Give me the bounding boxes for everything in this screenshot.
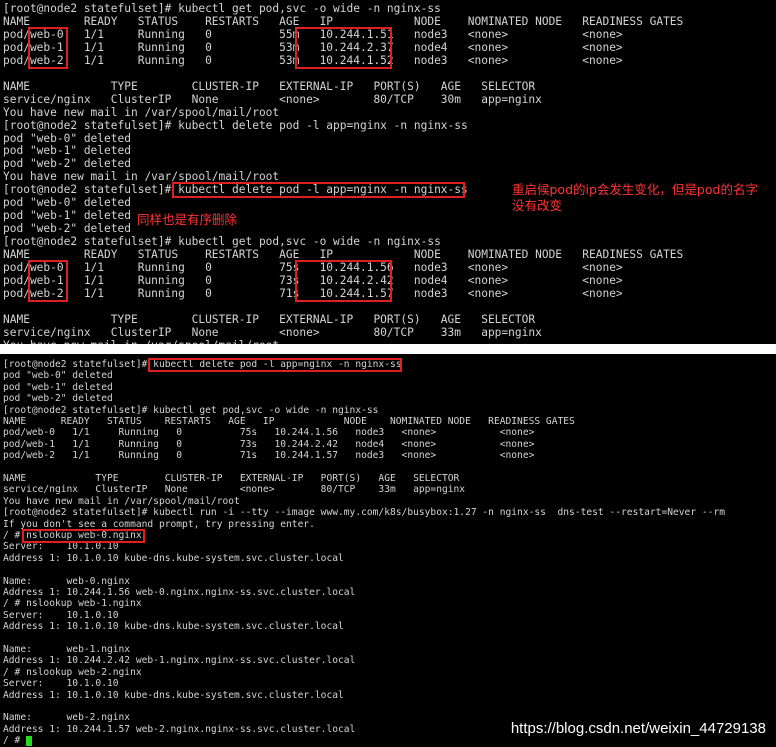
watermark-text: https://blog.csdn.net/weixin_44729138 [510,720,766,737]
terminal-line: Server: 10.1.0.10 [3,678,119,690]
terminal-line: pod "web-0" deleted [3,370,113,382]
terminal-cursor [26,736,33,747]
terminal-line: NAME READY STATUS RESTARTS AGE IP NODE N… [3,416,575,427]
terminal-line: [root@node2 statefulset]# kubectl run -i… [3,507,725,519]
terminal-line: If you don't see a command prompt, try p… [3,518,315,530]
terminal-line: / # nslookup web-1.nginx [3,598,142,610]
terminal-line: service/nginx ClusterIP None <none> 80/T… [3,484,466,496]
terminal-line: You have new mail in /var/spool/mail/roo… [3,105,280,119]
terminal-line: service/nginx ClusterIP None <none> 80/T… [3,92,542,106]
annotation-ip-change: 重启候pod的ip会发生变化，但是pod的名字 没有改变 [512,182,758,213]
terminal-line: Name: web-1.nginx [3,644,131,655]
terminal-line: pod "web-2" deleted [3,393,113,405]
pod-ip-highlight [294,260,392,302]
terminal-line: Address 1: 10.244.1.57 web-2.nginx.nginx… [3,723,356,735]
terminal-line: NAME TYPE CLUSTER-IP EXTERNAL-IP PORT(S)… [3,79,536,93]
delete-command-highlight [148,358,403,373]
terminal-line: pod "web-1" deleted [3,381,113,393]
terminal-line: pod/web-2 1/1 Running 0 71s 10.244.1.57 … [3,450,535,462]
terminal-line: service/nginx ClusterIP None <none> 80/T… [3,325,542,339]
terminal-line: [root@node2 statefulset]# kubectl get po… [3,404,379,416]
terminal-line: pod "web-0" deleted [3,131,131,145]
pod-name-highlight [28,260,68,302]
nslookup-command-highlight [22,529,146,544]
terminal-window-bottom[interactable]: [root@node2 statefulset]# kubectl delete… [0,354,776,747]
terminal-line: pod/web-0 1/1 Running 0 75s 10.244.1.56 … [3,427,535,439]
terminal-line: Address 1: 10.244.2.42 web-1.nginx.nginx… [3,655,356,667]
terminal-window-top[interactable]: [root@node2 statefulset]# kubectl get po… [0,0,776,344]
terminal-line: [root@node2 statefulset]# kubectl get po… [3,2,441,15]
delete-command-highlight [172,182,466,199]
terminal-line: You have new mail in /var/spool/mail/roo… [3,339,279,344]
terminal-line: pod "web-1" deleted [3,209,131,223]
terminal-line: pod "web-1" deleted [3,144,131,158]
terminal-line: Address 1: 10.1.0.10 kube-dns.kube-syste… [3,621,344,633]
terminal-line: / # nslookup web-2.nginx [3,666,142,678]
terminal-line: Address 1: 10.1.0.10 kube-dns.kube-syste… [3,689,344,701]
terminal-line: Name: web-2.nginx [3,712,131,724]
terminal-line: pod/web-1 1/1 Running 0 73s 10.244.2.42 … [3,438,535,450]
terminal-line: NAME TYPE CLUSTER-IP EXTERNAL-IP PORT(S)… [3,312,536,326]
terminal-line: [root@node2 statefulset]# kubectl delete… [3,118,468,132]
terminal-line: You have new mail in /var/spool/mail/roo… [3,495,240,507]
terminal-line: [root@node2 statefulset]# kubectl get po… [3,235,441,249]
pod-name-highlight [28,26,68,69]
annotation-ordered-delete: 同样也是有序删除 [137,212,238,227]
terminal-line: Server: 10.1.0.10 [3,609,119,621]
terminal-line: / # [3,735,27,747]
terminal-line: pod "web-0" deleted [3,196,131,210]
terminal-line: Address 1: 10.244.1.56 web-0.nginx.nginx… [3,587,356,598]
terminal-line: Name: web-0.nginx [3,575,131,587]
terminal-line: pod "web-2" deleted [3,222,131,236]
pod-ip-highlight [294,26,392,69]
terminal-line: pod "web-2" deleted [3,157,131,171]
terminal-line: NAME TYPE CLUSTER-IP EXTERNAL-IP PORT(S)… [3,473,460,484]
terminal-line: Address 1: 10.1.0.10 kube-dns.kube-syste… [3,552,344,564]
